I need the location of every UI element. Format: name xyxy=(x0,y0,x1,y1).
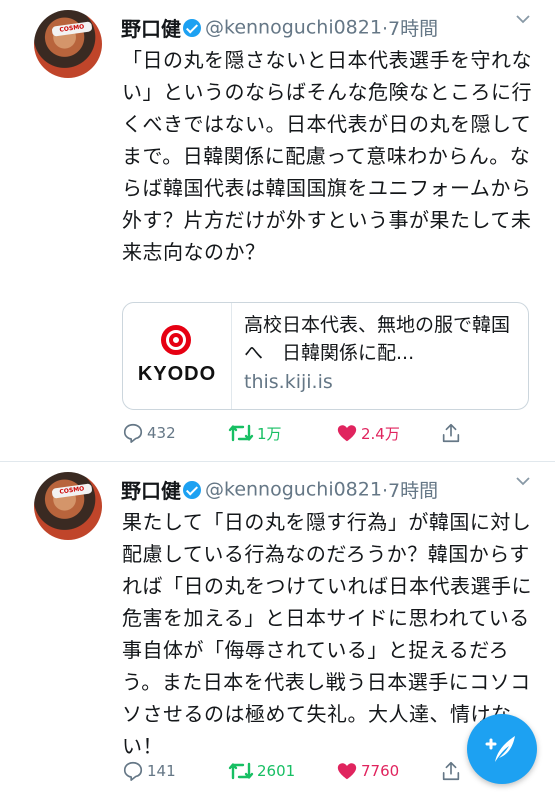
avatar-headband: COSMO xyxy=(51,21,93,37)
avatar[interactable]: COSMO xyxy=(34,10,102,78)
chevron-down-icon[interactable] xyxy=(515,473,531,494)
display-name[interactable]: 野口健 xyxy=(121,17,181,41)
reply-button[interactable]: 141 xyxy=(122,760,176,786)
retweet-button[interactable]: 1万 xyxy=(228,422,282,448)
like-icon xyxy=(337,425,357,442)
reply-icon xyxy=(123,423,143,443)
tweet-header: 野口健 @kennoguchi0821·7時間 xyxy=(121,473,541,503)
reply-button[interactable]: 432 xyxy=(122,422,176,448)
tweet-actions: 432 1万 2.4万 xyxy=(122,422,542,448)
share-icon xyxy=(442,761,460,781)
reply-icon xyxy=(123,761,143,781)
kyodo-logo-text: KYODO xyxy=(137,363,217,385)
compose-tweet-button[interactable] xyxy=(467,714,537,784)
avatar[interactable]: COSMO xyxy=(34,472,102,540)
tweet-time: ·7時間 xyxy=(381,18,439,40)
share-button[interactable] xyxy=(440,760,462,786)
verified-badge-icon xyxy=(183,480,201,499)
compose-tweet-icon xyxy=(485,736,515,762)
kyodo-logo-icon xyxy=(161,325,191,355)
retweet-count: 2601 xyxy=(257,762,296,780)
avatar-headband: COSMO xyxy=(51,483,93,499)
retweet-icon xyxy=(228,762,254,780)
retweet-icon xyxy=(228,424,254,442)
display-name[interactable]: 野口健 xyxy=(121,479,181,503)
tweet-text: 「日の丸を隠さないと日本代表選手を守れない」というのならばそんな危険なところに行… xyxy=(122,48,532,264)
link-card[interactable]: KYODO 高校日本代表、無地の服で韓国へ 日韓関係に配... this.kij… xyxy=(122,302,529,410)
share-button[interactable] xyxy=(440,422,462,448)
tweet-header: 野口健 @kennoguchi0821·7時間 xyxy=(121,11,541,41)
reply-count: 432 xyxy=(147,424,176,442)
card-title: 高校日本代表、無地の服で韓国へ 日韓関係に配... xyxy=(244,314,511,364)
retweet-count: 1万 xyxy=(257,424,282,443)
like-count: 7760 xyxy=(361,762,400,780)
reply-count: 141 xyxy=(147,762,176,780)
like-button[interactable]: 7760 xyxy=(336,760,399,786)
like-button[interactable]: 2.4万 xyxy=(336,422,400,448)
card-domain: this.kiji.is xyxy=(244,371,333,393)
retweet-button[interactable]: 2601 xyxy=(228,760,295,786)
like-icon xyxy=(337,763,357,780)
tweet[interactable]: COSMO 野口健 @kennoguchi0821·7時間 「日の丸を隠さないと日… xyxy=(0,0,555,461)
chevron-down-icon[interactable] xyxy=(515,11,531,32)
tweet-time: ·7時間 xyxy=(381,480,439,502)
user-handle[interactable]: @kennoguchi0821 xyxy=(205,479,382,501)
like-count: 2.4万 xyxy=(361,424,400,443)
user-handle[interactable]: @kennoguchi0821 xyxy=(205,17,382,39)
share-icon xyxy=(442,423,460,443)
verified-badge-icon xyxy=(183,18,201,37)
card-thumbnail: KYODO xyxy=(123,303,232,409)
